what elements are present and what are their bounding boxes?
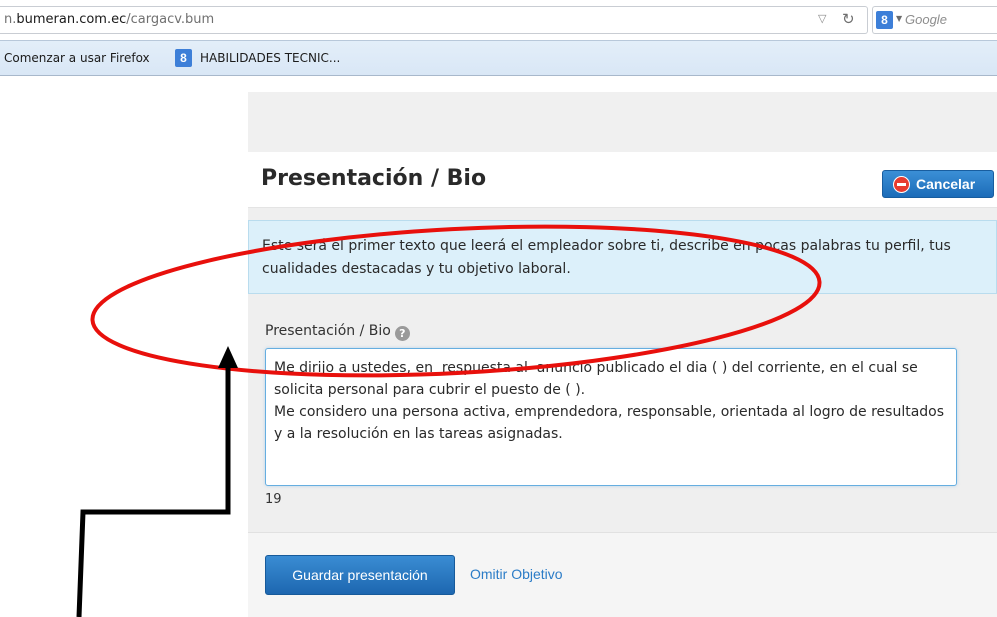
form-footer: Guardar presentación Omitir Objetivo [248, 532, 997, 617]
bio-form-panel: Presentación / Bio Cancelar Este será el… [248, 92, 997, 617]
dropdown-arrow-icon[interactable]: ▽ [818, 12, 826, 25]
annotation-black-arrow [76, 365, 231, 617]
skip-objective-link[interactable]: Omitir Objetivo [470, 566, 563, 582]
cancel-button[interactable]: Cancelar [882, 170, 994, 198]
address-bar[interactable]: n.bumeran.com.ec/cargacv.bum ▽ ↻ [0, 6, 868, 34]
bookmarks-bar: Comenzar a usar Firefox 8 HABILIDADES TE… [0, 40, 997, 76]
reload-icon[interactable]: ↻ [842, 10, 855, 28]
page-title: Presentación / Bio [261, 166, 487, 191]
google-icon[interactable]: 8 [876, 11, 893, 29]
url-text: n.bumeran.com.ec/cargacv.bum [4, 12, 214, 27]
annotation-arrow-head [218, 346, 238, 368]
browser-toolbar: n.bumeran.com.ec/cargacv.bum ▽ ↻ 8 ▼ Goo… [0, 0, 997, 40]
top-strip [248, 92, 997, 152]
search-engine-caret-icon[interactable]: ▼ [896, 14, 902, 23]
search-placeholder: Google [905, 12, 947, 27]
bio-field-label-text: Presentación / Bio [265, 323, 391, 339]
url-path: /cargacv.bum [126, 12, 215, 27]
bio-textarea[interactable]: Me dirijo a ustedes, en respuesta al anu… [265, 348, 957, 486]
search-bar[interactable]: 8 ▼ Google [872, 6, 997, 34]
bio-field-label: Presentación / Bio? [265, 323, 410, 341]
form-header: Presentación / Bio Cancelar [248, 152, 997, 208]
google-bookmark-icon: 8 [175, 49, 192, 67]
save-presentation-button[interactable]: Guardar presentación [265, 555, 455, 595]
url-host: bumeran.com.ec [16, 12, 127, 27]
char-counter: 19 [265, 492, 282, 507]
bookmark-firefox[interactable]: Comenzar a usar Firefox [4, 51, 150, 65]
cancel-circle-icon [893, 176, 910, 193]
info-message: Este será el primer texto que leerá el e… [248, 220, 997, 294]
info-text: Este será el primer texto que leerá el e… [262, 238, 951, 277]
help-question-icon[interactable]: ? [394, 326, 410, 341]
url-prefix: n. [4, 12, 17, 27]
cancel-label: Cancelar [916, 176, 976, 192]
bookmark-habilidades[interactable]: HABILIDADES TECNIC... [200, 51, 340, 65]
screenshot-root: n.bumeran.com.ec/cargacv.bum ▽ ↻ 8 ▼ Goo… [0, 0, 997, 617]
